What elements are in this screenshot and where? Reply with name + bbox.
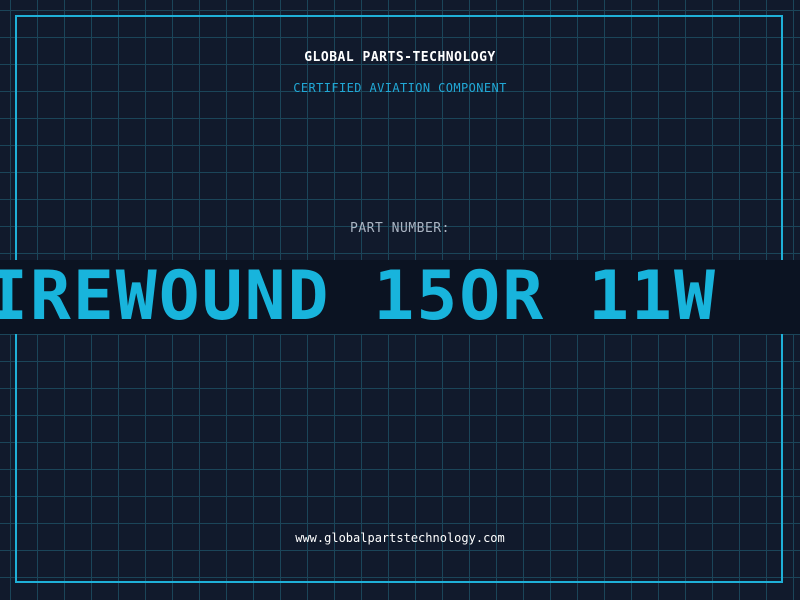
part-number-band: WIREWOUND 15OR 11W <box>0 260 800 334</box>
certification-text: CERTIFIED AVIATION COMPONENT <box>293 81 507 95</box>
website-url: www.globalpartstechnology.com <box>295 531 505 545</box>
part-number-value: WIREWOUND 15OR 11W <box>0 260 717 334</box>
company-name: GLOBAL PARTS-TECHNOLOGY <box>304 50 496 65</box>
part-number-label: PART NUMBER: <box>350 221 450 236</box>
